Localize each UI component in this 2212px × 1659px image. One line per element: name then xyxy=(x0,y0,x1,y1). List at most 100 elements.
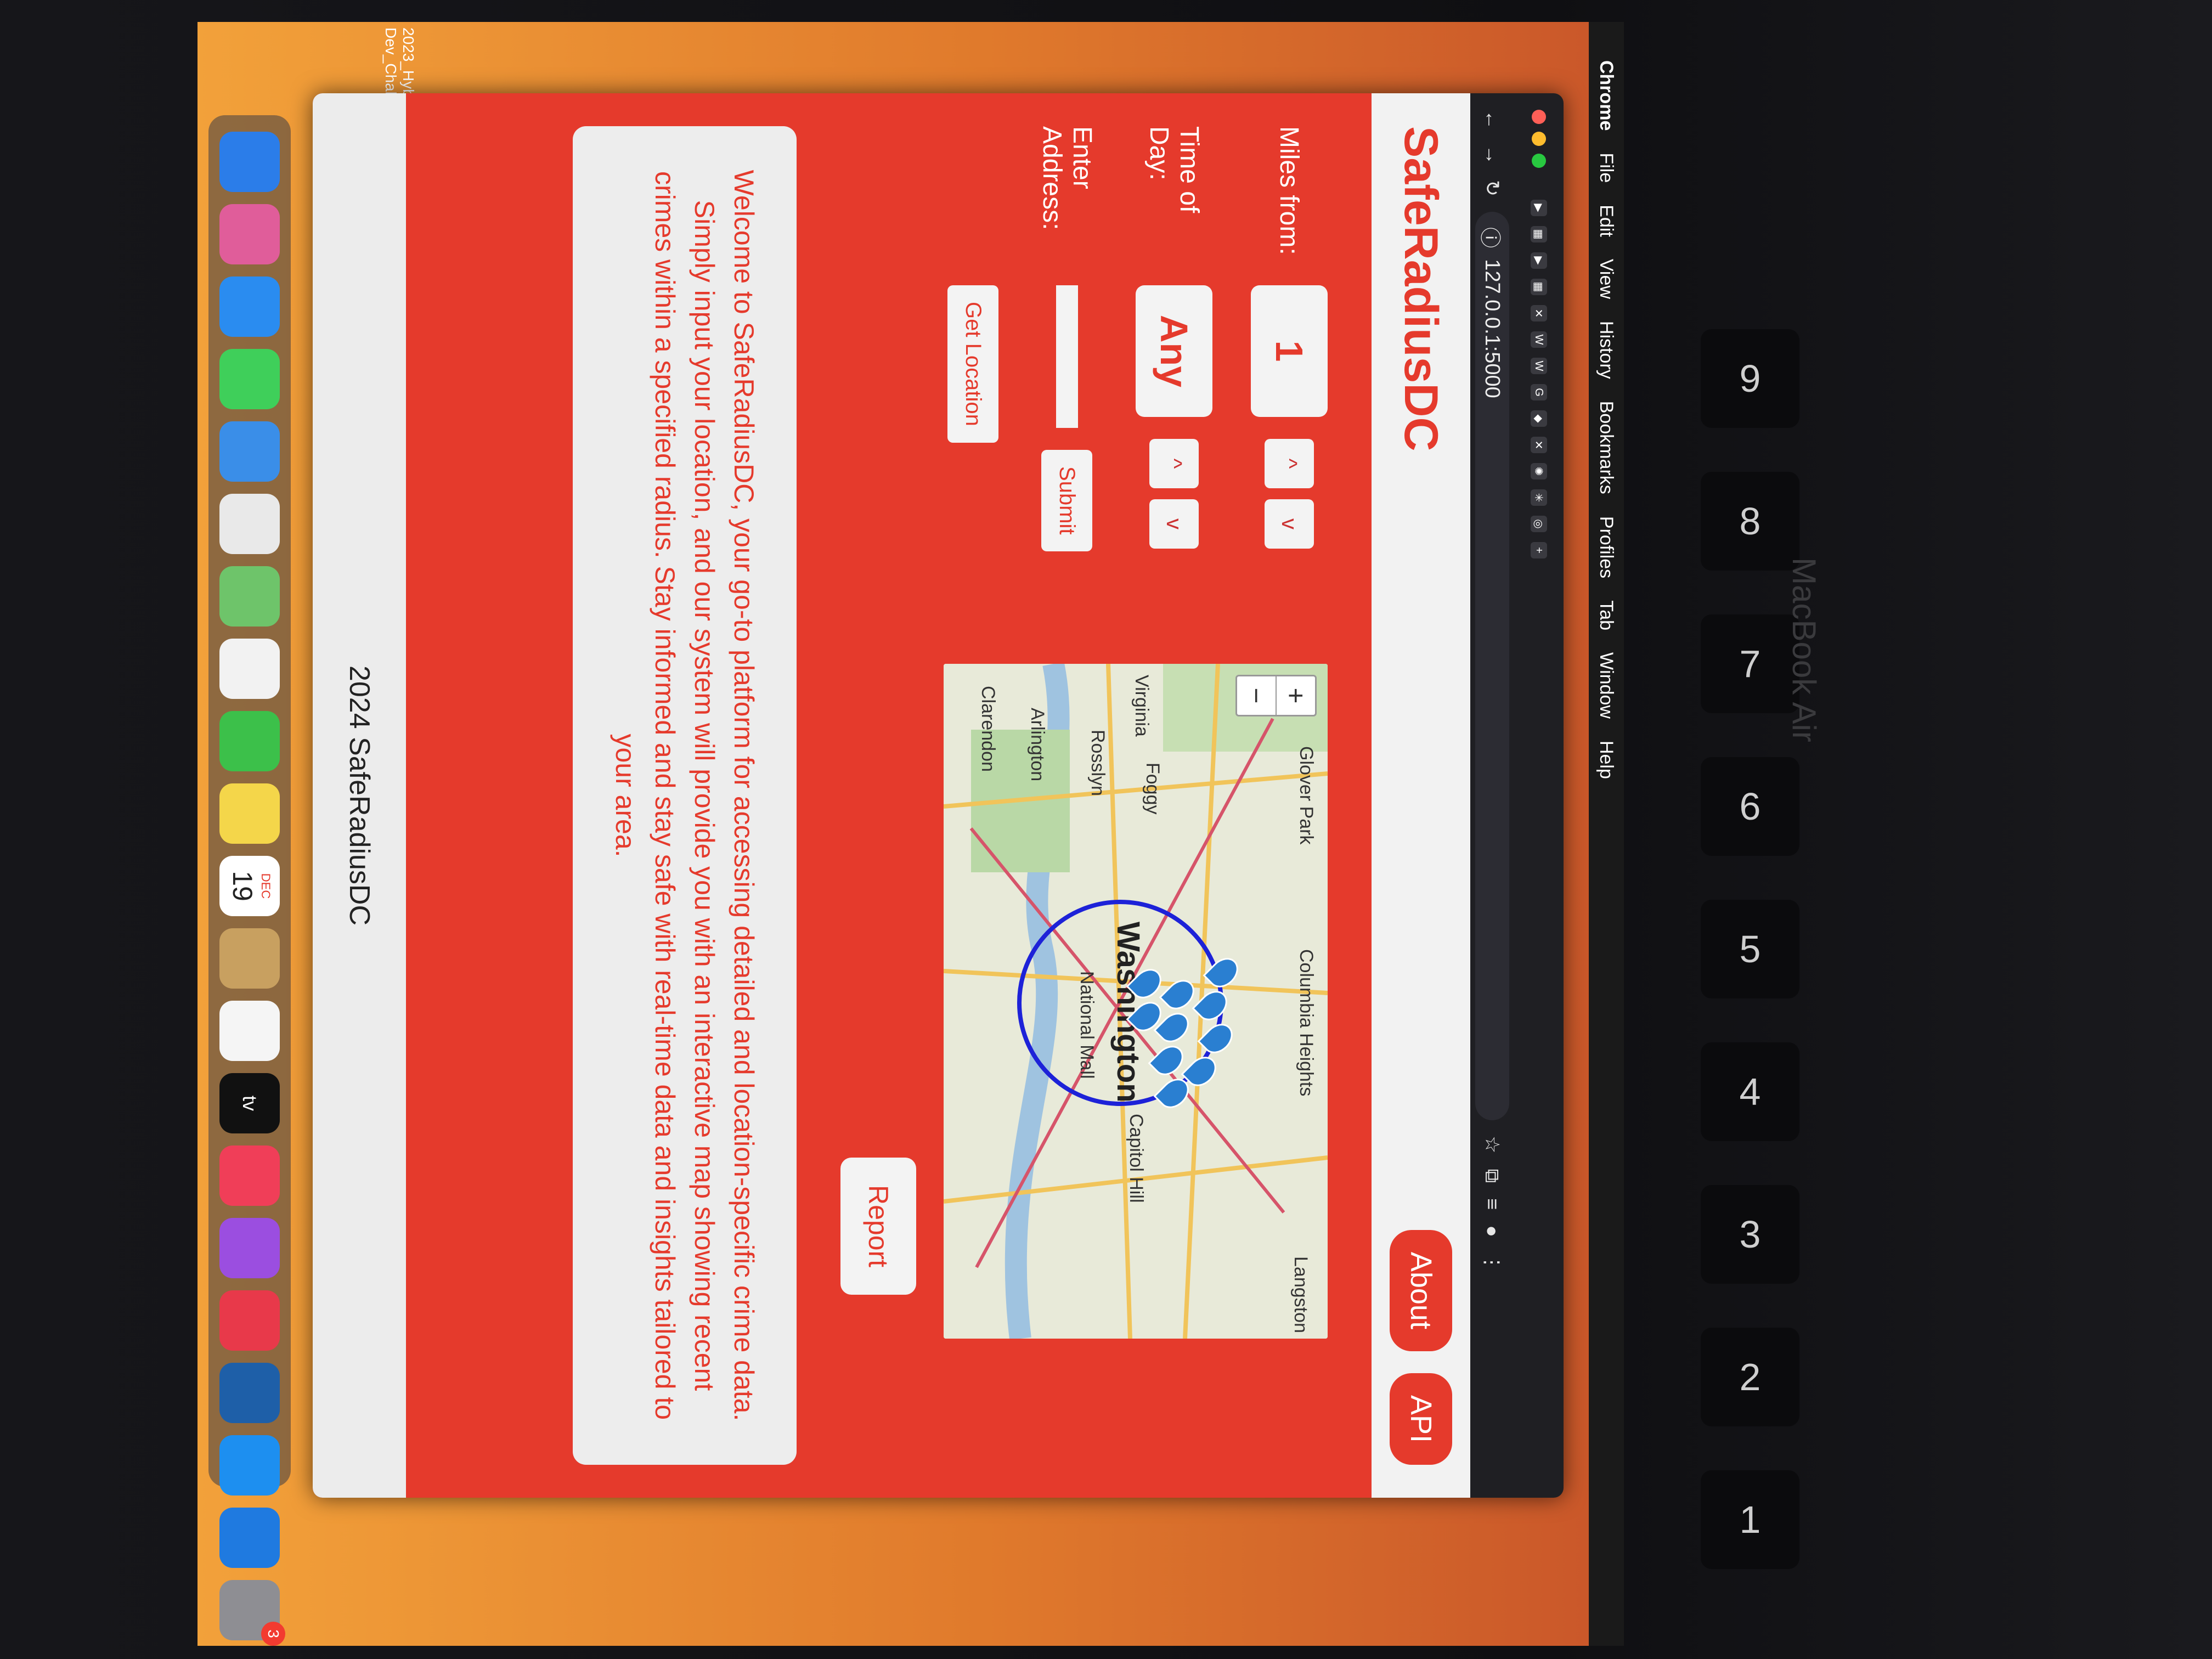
maps-icon[interactable] xyxy=(219,566,280,627)
menu-item-window[interactable]: Window xyxy=(1596,652,1617,719)
settings-icon[interactable]: 3 xyxy=(219,1580,285,1646)
tab-icon[interactable]: ▦ xyxy=(1531,226,1547,242)
app-store-icon[interactable] xyxy=(219,1435,280,1496)
calendar-icon[interactable]: DEC 19 xyxy=(219,856,280,916)
miles-row: Miles from: 1 ^ v xyxy=(1251,126,1328,620)
tab-search-icon[interactable]: ≡ xyxy=(1481,1198,1504,1210)
address-input[interactable] xyxy=(1056,285,1078,428)
extensions-icon[interactable]: ⧉ xyxy=(1481,1169,1504,1183)
tab-icon[interactable]: ▦ xyxy=(1531,279,1547,295)
key-5[interactable]: 5 xyxy=(1701,900,1799,998)
decrement-icon[interactable]: v xyxy=(1265,499,1314,549)
crime-map[interactable]: + − Glover Park Columbia Heights Langsto… xyxy=(944,664,1328,1339)
reload-icon[interactable]: ↻ xyxy=(1481,180,1504,196)
key-3[interactable]: 3 xyxy=(1701,1185,1799,1284)
site-footer: 2024 SafeRadiusDC xyxy=(313,93,406,1498)
profile-avatar[interactable]: ● xyxy=(1481,1225,1504,1237)
safari-icon[interactable] xyxy=(219,276,280,337)
menu-item-profiles[interactable]: Profiles xyxy=(1596,516,1617,578)
address-bar[interactable]: ⓘ 127.0.0.1:5000 xyxy=(1475,212,1509,1121)
tab-icon[interactable]: W xyxy=(1531,358,1547,374)
report-button[interactable]: Report xyxy=(840,1158,916,1295)
site-info-icon[interactable]: ⓘ xyxy=(1477,227,1508,248)
zoom-window-button[interactable] xyxy=(1532,154,1546,168)
tab-icon[interactable]: ✺ xyxy=(1531,463,1547,479)
minimize-window-button[interactable] xyxy=(1532,132,1546,146)
zoom-out-button[interactable]: − xyxy=(1237,676,1277,715)
tab-icon[interactable]: ▶ xyxy=(1531,252,1547,269)
close-tab-icon[interactable]: ✕ xyxy=(1531,437,1547,453)
api-button[interactable]: API xyxy=(1390,1373,1452,1465)
launchpad-icon[interactable] xyxy=(219,204,280,264)
miles-input[interactable]: 1 xyxy=(1251,285,1328,417)
mysql-workbench-icon[interactable] xyxy=(219,1363,280,1423)
time-input[interactable]: Any xyxy=(1136,285,1212,417)
laptop-screen: Chrome File Edit View History Bookmarks … xyxy=(198,22,1624,1646)
web-page: SafeRadiusDC About API Miles from: 1 ^ v… xyxy=(313,93,1470,1498)
key-9[interactable]: 9 xyxy=(1701,329,1799,428)
photos-icon[interactable] xyxy=(219,639,280,699)
messages-icon[interactable] xyxy=(219,349,280,409)
more-menu-icon[interactable]: ⋮ xyxy=(1481,1252,1504,1272)
tab-icon[interactable]: ◆ xyxy=(1531,410,1547,427)
tab-icon[interactable]: ✕ xyxy=(1531,305,1547,321)
freeform-icon[interactable] xyxy=(219,1001,280,1061)
vscode-icon[interactable] xyxy=(219,1508,280,1568)
new-tab-icon[interactable]: + xyxy=(1531,542,1547,558)
key-8[interactable]: 8 xyxy=(1701,472,1799,571)
tab-icon[interactable]: ✳ xyxy=(1531,489,1547,506)
forward-icon[interactable]: → xyxy=(1481,145,1504,165)
about-button[interactable]: About xyxy=(1390,1229,1452,1351)
bookmark-star-icon[interactable]: ☆ xyxy=(1481,1136,1504,1153)
desktop-folder-label[interactable]: 2023_Hybrid_R Dev_Challenge xyxy=(382,27,417,134)
tab-icon[interactable]: ◎ xyxy=(1531,516,1547,532)
key-1[interactable]: 1 xyxy=(1701,1470,1799,1569)
music-icon[interactable] xyxy=(219,1146,280,1206)
map-column: + − Glover Park Columbia Heights Langsto… xyxy=(840,664,1328,1339)
menu-item-history[interactable]: History xyxy=(1596,321,1617,379)
menu-item-file[interactable]: File xyxy=(1596,153,1617,183)
tab-icon[interactable]: ▶ xyxy=(1531,200,1547,216)
finder-icon[interactable] xyxy=(219,132,280,192)
menu-app-name[interactable]: Chrome xyxy=(1596,60,1617,131)
menu-item-view[interactable]: View xyxy=(1596,259,1617,299)
url-text: 127.0.0.1:5000 xyxy=(1481,259,1504,398)
key-4[interactable]: 4 xyxy=(1701,1042,1799,1141)
key-6[interactable]: 6 xyxy=(1701,757,1799,856)
contacts-icon[interactable] xyxy=(219,928,280,989)
window-controls xyxy=(1532,110,1546,168)
site-brand[interactable]: SafeRadiusDC xyxy=(1394,126,1448,452)
mail-icon[interactable] xyxy=(219,421,280,482)
apple-tv-icon[interactable]: tv xyxy=(219,1073,280,1133)
menu-item-help[interactable]: Help xyxy=(1596,741,1617,779)
submit-button[interactable]: Submit xyxy=(1041,450,1093,551)
miles-stepper: ^ v xyxy=(1265,439,1314,549)
podcasts-icon[interactable] xyxy=(219,1218,280,1278)
zoom-in-button[interactable]: + xyxy=(1277,676,1315,715)
tab-icon[interactable]: W xyxy=(1531,331,1547,348)
back-icon[interactable]: ← xyxy=(1481,110,1504,129)
tab-icon[interactable]: G xyxy=(1531,384,1547,400)
menu-item-edit[interactable]: Edit xyxy=(1596,205,1617,237)
chrome-icon[interactable] xyxy=(219,494,280,554)
key-2[interactable]: 2 xyxy=(1701,1328,1799,1426)
browser-window: ▶ ▦ ▶ ▦ ✕ W W G ◆ ✕ ✺ ✳ ◎ + ← → ↻ ⓘ 127.… xyxy=(313,93,1564,1498)
decrement-icon[interactable]: v xyxy=(1149,499,1199,549)
close-window-button[interactable] xyxy=(1532,110,1546,124)
menu-item-tab[interactable]: Tab xyxy=(1596,600,1617,630)
facetime-icon[interactable] xyxy=(219,711,280,771)
tab-strip: ▶ ▦ ▶ ▦ ✕ W W G ◆ ✕ ✺ ✳ ◎ + xyxy=(1514,93,1564,1498)
news-icon[interactable] xyxy=(219,1290,280,1351)
map-label: Glover Park xyxy=(1296,746,1317,845)
map-label: Arlington xyxy=(1027,708,1048,782)
menu-item-bookmarks[interactable]: Bookmarks xyxy=(1596,401,1617,494)
miles-label: Miles from: xyxy=(1274,126,1304,255)
menu-bar: Chrome File Edit View History Bookmarks … xyxy=(1589,22,1624,1646)
increment-icon[interactable]: ^ xyxy=(1149,439,1199,488)
increment-icon[interactable]: ^ xyxy=(1265,439,1314,488)
notes-icon[interactable] xyxy=(219,783,280,844)
time-label: Time of Day: xyxy=(1144,126,1204,213)
time-stepper: ^ v xyxy=(1149,439,1199,549)
address-row: Enter Address: Submit xyxy=(1037,126,1097,620)
get-location-button[interactable]: Get Location xyxy=(947,285,998,443)
